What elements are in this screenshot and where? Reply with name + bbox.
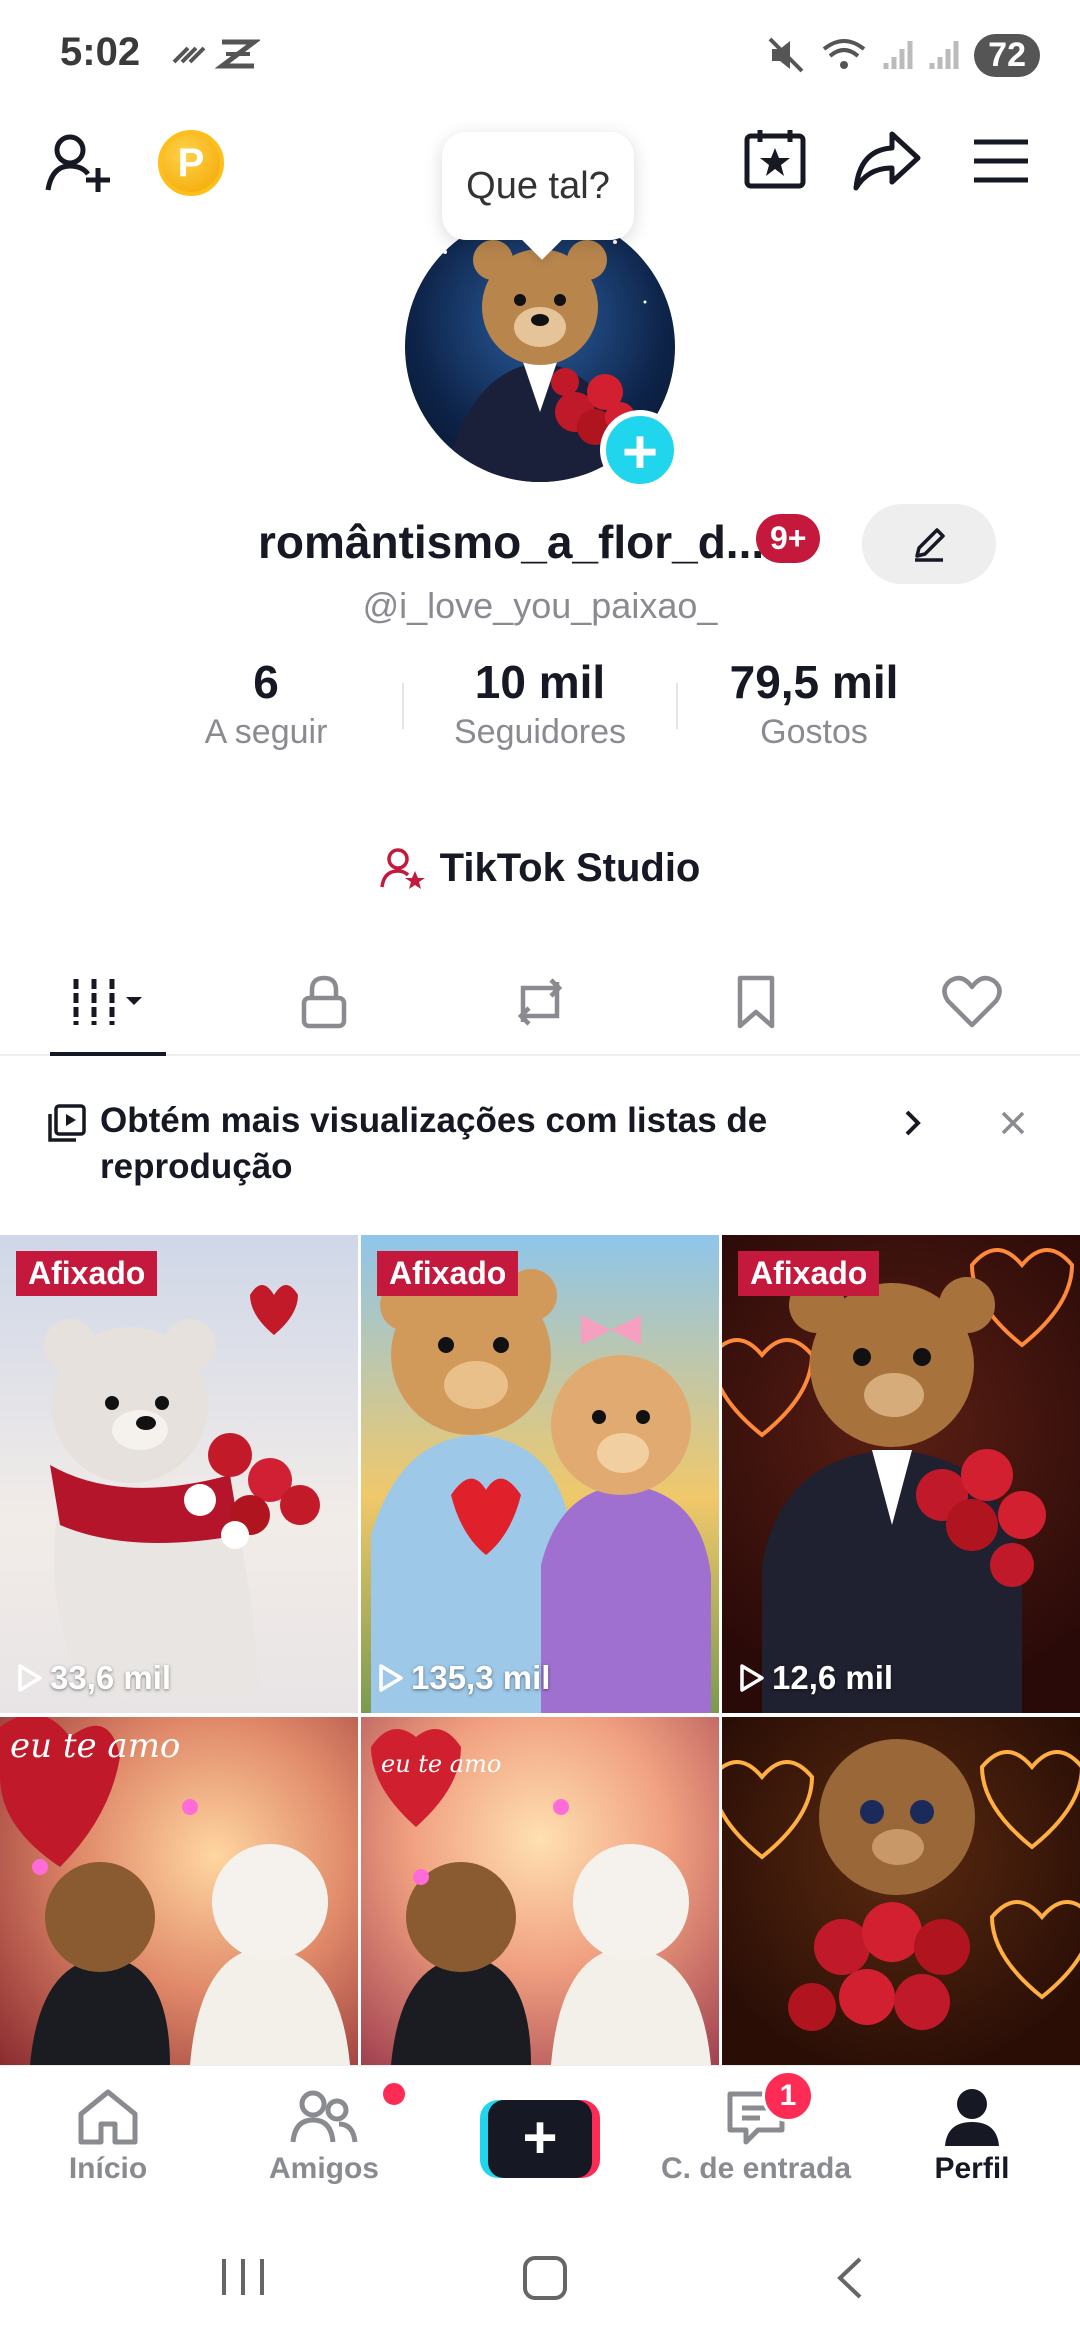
- stat-number: 10 mil: [474, 656, 606, 708]
- nav-home[interactable]: Início: [0, 2066, 216, 2216]
- video-grid: Afixado 33,6 mil Afixado 135,3 mil Afixa…: [0, 1235, 1080, 2065]
- friends-icon: [290, 2090, 358, 2143]
- lock-icon: [301, 975, 347, 1029]
- bookmark-icon: [737, 975, 775, 1029]
- inbox-badge: 1: [762, 2070, 814, 2122]
- play-icon: [740, 1664, 764, 1692]
- grid-dropdown-icon: [73, 979, 142, 1025]
- status-bubble[interactable]: Que tal?: [442, 132, 634, 240]
- nav-create[interactable]: +: [432, 2066, 648, 2216]
- edit-profile-button[interactable]: [862, 504, 996, 584]
- thumbnail-image: eu te amo: [0, 1717, 350, 2065]
- back-icon[interactable]: [832, 2255, 868, 2301]
- play-icon: [18, 1664, 42, 1692]
- bottom-navigation: Início Amigos + 1 C. de entrada Perfil: [0, 2065, 1080, 2216]
- studio-person-star-icon: [379, 848, 425, 889]
- share-icon[interactable]: [852, 128, 922, 192]
- overlay-text: eu te amo: [381, 1750, 501, 1778]
- mute-icon: [768, 37, 804, 73]
- create-button[interactable]: +: [480, 2100, 600, 2178]
- home-icon: [78, 2089, 138, 2145]
- thumbnail-image: [722, 1739, 1080, 2031]
- nav-inbox-label: C. de entrada: [660, 2152, 852, 2185]
- nav-profile-label: Perfil: [934, 2152, 1010, 2185]
- recent-apps-icon[interactable]: [218, 2255, 268, 2299]
- playlist-banner-text: Obtém mais visualizações com listas de r…: [100, 1101, 768, 1186]
- nav-inbox[interactable]: 1 C. de entrada: [648, 2066, 864, 2216]
- stat-number: 79,5 mil: [729, 656, 899, 708]
- tab-saved[interactable]: [648, 950, 864, 1054]
- plus-icon: +: [488, 2100, 592, 2178]
- nav-friends-label: Amigos: [268, 2152, 379, 2185]
- view-count: 135,3 mil: [377, 1659, 550, 1697]
- wifi-icon: [822, 39, 866, 69]
- pinned-badge: Afixado: [738, 1251, 880, 1296]
- heart-icon: [942, 975, 1002, 1028]
- tab-liked[interactable]: [864, 950, 1080, 1054]
- menu-icon[interactable]: [972, 138, 1030, 184]
- stat-label: A seguir: [204, 713, 328, 751]
- view-count: 12,6 mil: [738, 1659, 893, 1697]
- playlist-icon: [48, 1104, 86, 1142]
- notification-badge[interactable]: 9+: [756, 514, 821, 563]
- signal-icon: [883, 41, 913, 69]
- profile-stats: 6 A seguir 10 mil Seguidores 79,5 mil Go…: [130, 655, 950, 755]
- view-count: 33,6 mil: [16, 1659, 171, 1697]
- thumbnail-image: [44, 1285, 320, 1695]
- stat-label: Seguidores: [453, 713, 626, 751]
- nav-home-label: Início: [68, 2152, 148, 2185]
- status-notification-icons: [172, 39, 260, 69]
- display-name: romântismo_a_flor_d...: [258, 516, 765, 568]
- stat-number: 6: [253, 656, 279, 708]
- tab-videos[interactable]: [0, 950, 216, 1056]
- view-count-text: 33,6 mil: [50, 1659, 172, 1696]
- calendar-star-icon[interactable]: [742, 126, 808, 192]
- view-count-text: 135,3 mil: [411, 1659, 551, 1696]
- status-right: 72: [766, 30, 1040, 80]
- video-thumbnail[interactable]: [722, 1717, 1080, 2065]
- system-navigation-bar: [0, 2215, 1080, 2340]
- close-icon[interactable]: [1000, 1110, 1026, 1136]
- studio-label: TikTok Studio: [439, 845, 701, 890]
- overlay-text: eu te amo: [10, 1726, 180, 1766]
- pencil-icon: [915, 528, 945, 562]
- add-avatar-button[interactable]: +: [600, 410, 680, 490]
- video-thumbnail[interactable]: eu te amo: [361, 1717, 719, 2065]
- video-thumbnail[interactable]: Afixado 33,6 mil: [0, 1235, 358, 1713]
- view-count-text: 12,6 mil: [772, 1659, 894, 1696]
- thumbnail-image: [371, 1269, 711, 1713]
- video-thumbnail[interactable]: eu te amo: [0, 1717, 358, 2065]
- profile-icon: [945, 2089, 999, 2146]
- tiktok-studio-link[interactable]: TikTok Studio: [0, 845, 1080, 891]
- stat-label: Gostos: [760, 713, 868, 751]
- tab-private[interactable]: [216, 950, 432, 1054]
- video-thumbnail[interactable]: Afixado 12,6 mil: [722, 1235, 1080, 1713]
- home-button-icon[interactable]: [520, 2253, 570, 2303]
- coins-icon[interactable]: P: [158, 130, 224, 196]
- nav-profile[interactable]: Perfil: [864, 2066, 1080, 2216]
- stat-followers[interactable]: 10 mil Seguidores: [404, 655, 676, 755]
- username: @i_love_you_paixao_: [362, 585, 718, 626]
- signal-icon-2: [929, 41, 959, 69]
- pinned-badge: Afixado: [16, 1251, 158, 1296]
- friends-notification-dot: [380, 2080, 408, 2108]
- status-time: 5:02: [60, 30, 141, 74]
- add-friend-icon[interactable]: [44, 128, 116, 200]
- repost-icon: [517, 978, 563, 1026]
- battery-badge: 72: [974, 33, 1040, 77]
- pinned-badge: Afixado: [377, 1251, 519, 1296]
- stat-likes[interactable]: 79,5 mil Gostos: [678, 655, 950, 755]
- thumbnail-image: [722, 1248, 1075, 1713]
- content-tabs: [0, 950, 1080, 1056]
- nav-friends[interactable]: Amigos: [216, 2066, 432, 2216]
- video-thumbnail[interactable]: Afixado 135,3 mil: [361, 1235, 719, 1713]
- chevron-right-icon[interactable]: [902, 1108, 924, 1138]
- stat-following[interactable]: 6 A seguir: [130, 655, 402, 755]
- tab-reposts[interactable]: [432, 950, 648, 1054]
- thumbnail-image: eu te amo: [371, 1729, 711, 2065]
- play-icon: [379, 1664, 403, 1692]
